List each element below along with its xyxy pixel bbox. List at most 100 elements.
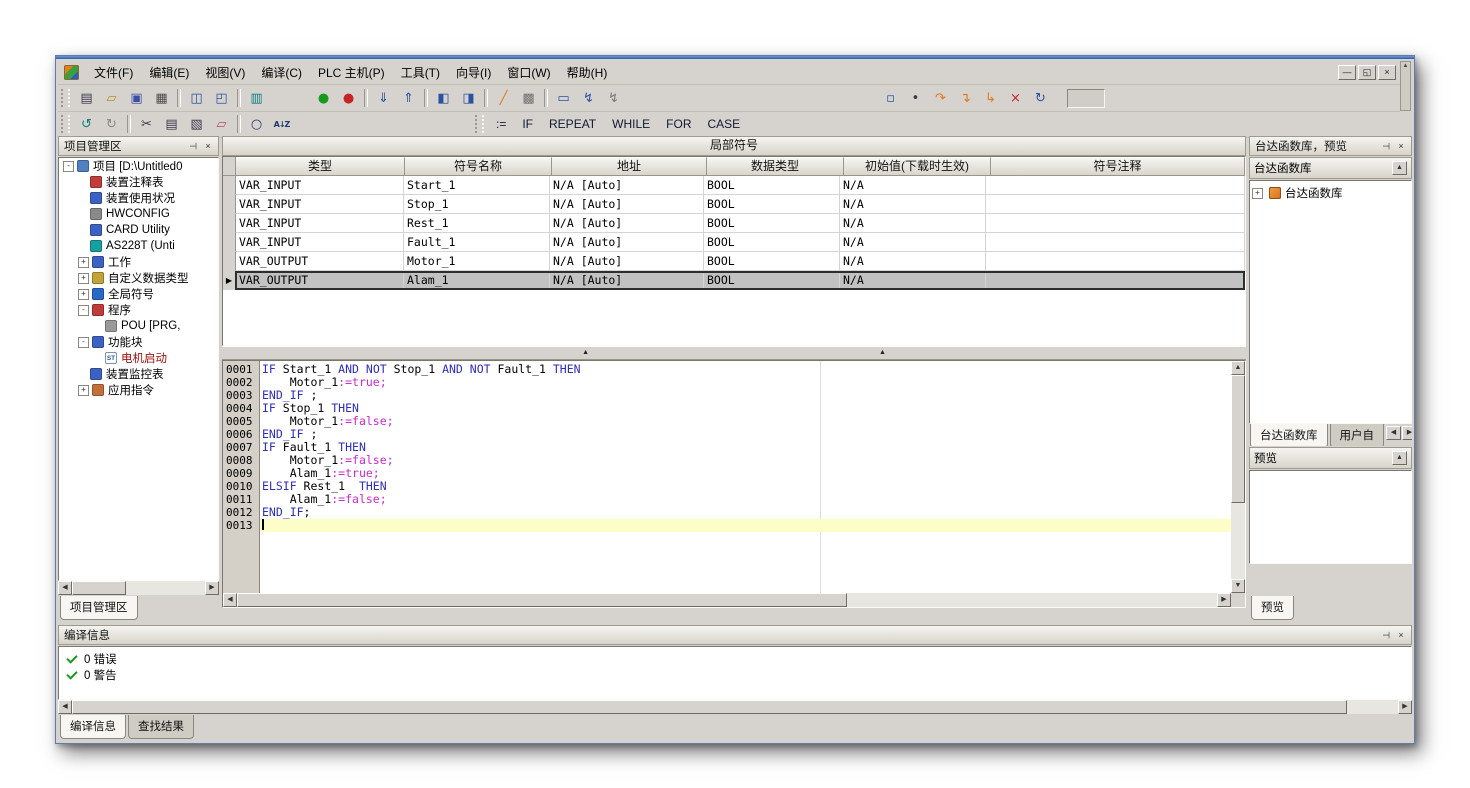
tree-expand-plus[interactable]: + [78,385,89,396]
restore-button[interactable]: ◱ [1358,65,1376,80]
tree-item-plc[interactable]: AS228T (Unti [59,238,218,254]
scroll-down-button[interactable]: ▼ [1231,579,1245,593]
upload-from-plc-button[interactable]: ⇑ [397,87,420,109]
tree-expand-plus[interactable]: + [78,273,89,284]
tree-item-tasks[interactable]: +工作 [59,254,218,270]
column-header[interactable]: 符号名称 [405,157,552,176]
collapse-section-button[interactable]: ▲ [1392,451,1407,465]
tree-item-hwconfig[interactable]: HWCONFIG [59,206,218,222]
menu-compile[interactable]: 编译(C) [253,60,310,85]
table-cell[interactable]: Start_1 [404,176,550,195]
tab-project-management[interactable]: 项目管理区 [60,596,138,620]
device-view-button[interactable]: ▭ [552,87,575,109]
table-cell[interactable]: N/A [840,271,986,290]
minimize-button[interactable]: — [1338,65,1356,80]
new-window-button[interactable]: ▫ [879,87,902,109]
tree-expand-minus[interactable]: - [78,337,89,348]
com-setting-button[interactable]: ↯ [602,87,625,109]
cut-button[interactable]: ✂ [135,113,158,135]
column-header[interactable]: 数据类型 [707,157,844,176]
help-book-button[interactable]: ▥ [245,87,268,109]
st-code-editor[interactable]: 0001000200030004000500060007000800090010… [222,360,1246,608]
save-button[interactable]: ▣ [125,87,148,109]
menu-wizard[interactable]: 向导(I) [448,60,499,85]
table-cell[interactable]: N/A [Auto] [550,233,704,252]
tree-item-programs[interactable]: -程序 [59,302,218,318]
column-header[interactable]: 地址 [552,157,707,176]
zoom-button[interactable]: ○ [245,113,268,135]
code-area[interactable]: IF Start_1 AND NOT Stop_1 AND NOT Fault_… [260,361,1231,593]
download-to-plc-button[interactable]: ⇓ [372,87,395,109]
toolbar-drag-handle[interactable] [475,115,484,133]
scroll-right-button[interactable]: ▶ [205,581,219,595]
tree-item-global-symbols[interactable]: +全局符号 [59,286,218,302]
table-row[interactable]: VAR_INPUTRest_1N/A [Auto]BOOLN/A [223,214,1245,233]
erase-button[interactable]: ▱ [210,113,233,135]
paste-button[interactable]: ▧ [185,113,208,135]
table-cell[interactable]: N/A [Auto] [550,195,704,214]
st-case-button[interactable]: CASE [700,114,749,134]
table-row[interactable]: VAR_INPUTFault_1N/A [Auto]BOOLN/A [223,233,1245,252]
table-cell[interactable]: Fault_1 [404,233,550,252]
table-cell[interactable]: BOOL [704,195,840,214]
menu-window[interactable]: 窗口(W) [499,60,558,85]
menu-file[interactable]: 文件(F) [86,60,141,85]
collapse-up-icon[interactable]: ▲ [582,349,589,357]
scrollbar-thumb[interactable] [237,593,847,607]
table-cell[interactable]: Motor_1 [404,252,550,271]
toolbar-drag-handle[interactable] [61,115,70,133]
table-cell[interactable]: BOOL [704,271,840,290]
tree-expand-plus[interactable]: + [78,257,89,268]
code-line[interactable]: Alam_1:=false; [260,493,1231,506]
close-panel-icon[interactable]: × [201,140,215,153]
new-project-button[interactable]: ▤ [75,87,98,109]
close-button[interactable]: × [1378,65,1396,80]
table-cell[interactable] [986,214,1245,233]
table-cell[interactable]: Stop_1 [404,195,550,214]
navigate-back-button[interactable]: ↺ [75,113,98,135]
step-over-button[interactable]: ↷ [929,87,952,109]
menu-help[interactable]: 帮助(H) [559,60,616,85]
tree-item-pou[interactable]: POU [PRG, [59,318,218,334]
table-row[interactable]: VAR_OUTPUTMotor_1N/A [Auto]BOOLN/A [223,252,1245,271]
tab-find-results[interactable]: 查找结果 [128,715,194,739]
code-line[interactable]: Motor_1:=false; [260,454,1231,467]
table-cell[interactable]: BOOL [704,252,840,271]
table-cell[interactable]: VAR_INPUT [236,233,404,252]
code-line[interactable]: END_IF ; [260,389,1231,402]
code-line[interactable]: IF Stop_1 THEN [260,402,1231,415]
table-cell[interactable]: N/A [Auto] [550,252,704,271]
tree-item-applied-instructions[interactable]: +应用指令 [59,382,218,398]
st-repeat-button[interactable]: REPEAT [541,114,604,134]
online-monitor-button[interactable]: ◨ [457,87,480,109]
tile-windows-button[interactable]: ◫ [185,87,208,109]
table-cell[interactable]: VAR_OUTPUT [236,252,404,271]
find-replace-button[interactable]: A↓Z [270,113,293,135]
column-header[interactable]: 初始值(下载时生效) [844,157,991,176]
tree-item-motor-start[interactable]: ST电机启动 [59,350,218,366]
tab-compile-messages[interactable]: 编译信息 [60,715,126,739]
st-assign-button[interactable]: := [488,114,514,134]
stop-plc-button[interactable]: ● [337,87,360,109]
table-cell[interactable]: VAR_OUTPUT [236,271,404,290]
code-line[interactable] [260,519,1231,532]
code-line[interactable]: IF Fault_1 THEN [260,441,1231,454]
table-cell[interactable]: VAR_INPUT [236,195,404,214]
table-cell[interactable]: BOOL [704,214,840,233]
table-cell[interactable] [986,195,1245,214]
tab-user-defined[interactable]: 用户自 [1330,424,1385,446]
table-cell[interactable]: N/A [840,252,986,271]
tree-expand-minus[interactable]: - [63,161,74,172]
edit-mode-button[interactable]: ◧ [432,87,455,109]
tree-item-device-usage[interactable]: 装置使用状况 [59,190,218,206]
table-cell[interactable] [986,271,1245,290]
table-cell[interactable]: N/A [840,214,986,233]
reset-plc-button[interactable]: ↻ [1029,87,1052,109]
tree-item-delta-library[interactable]: + 台达函数库 [1252,185,1409,201]
code-line[interactable]: ELSIF Rest_1 THEN [260,480,1231,493]
table-row[interactable]: ▶VAR_OUTPUTAlam_1N/A [Auto]BOOLN/A [223,271,1245,290]
table-cell[interactable]: BOOL [704,176,840,195]
communication-button[interactable]: ↯ [577,87,600,109]
table-cell[interactable]: Rest_1 [404,214,550,233]
tab-scroll-right-button[interactable]: ▶ [1402,426,1412,440]
